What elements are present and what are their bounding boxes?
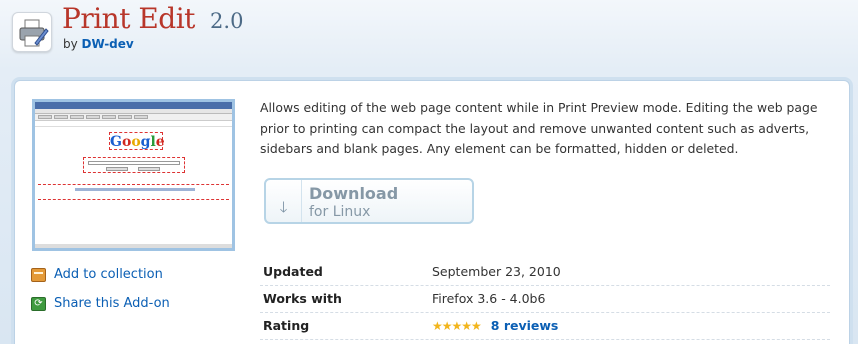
add-to-collection-link[interactable]: Add to collection bbox=[31, 267, 163, 282]
thumb-search-box bbox=[83, 157, 185, 173]
rating-value: ★★★★★ 8 reviews bbox=[432, 318, 558, 333]
share-addon-label: Share this Add-on bbox=[54, 296, 170, 311]
download-button[interactable]: 🡓 Download for Linux bbox=[264, 178, 474, 224]
thumb-statusbar bbox=[35, 244, 232, 248]
byline: by DW-dev bbox=[63, 37, 134, 51]
printer-icon bbox=[19, 19, 49, 47]
thumb-links bbox=[35, 121, 232, 127]
thumb-toolbar bbox=[35, 114, 232, 121]
byline-prefix: by bbox=[63, 37, 78, 51]
addon-version: 2.0 bbox=[210, 9, 244, 33]
detail-row-updated: Updated September 23, 2010 bbox=[260, 259, 830, 286]
share-addon-link[interactable]: ⟳ Share this Add-on bbox=[31, 296, 170, 311]
detail-row-rating: Rating ★★★★★ 8 reviews bbox=[260, 313, 830, 340]
thumb-google-logo: Google bbox=[109, 132, 165, 150]
download-platform: for Linux bbox=[309, 204, 371, 220]
works-with-label: Works with bbox=[263, 291, 342, 306]
screenshot-thumbnail[interactable]: Google bbox=[32, 99, 235, 251]
addon-title: Print Edit 2.0 bbox=[62, 2, 243, 35]
share-icon: ⟳ bbox=[31, 296, 46, 311]
updated-label: Updated bbox=[263, 264, 323, 279]
addon-name: Print Edit bbox=[62, 2, 195, 35]
works-with-value: Firefox 3.6 - 4.0b6 bbox=[432, 291, 546, 306]
collection-icon bbox=[31, 267, 46, 282]
thumb-footer bbox=[75, 188, 195, 191]
addon-panel: Google Add to collection ⟳ Share this Ad… bbox=[14, 80, 850, 344]
thumb-titlebar bbox=[35, 102, 232, 109]
download-label: Download bbox=[309, 184, 399, 203]
addon-description: Allows editing of the web page content w… bbox=[260, 100, 818, 156]
reviews-link[interactable]: 8 reviews bbox=[491, 318, 559, 333]
rating-label: Rating bbox=[263, 318, 310, 333]
detail-row-works-with: Works with Firefox 3.6 - 4.0b6 bbox=[260, 286, 830, 313]
addon-icon bbox=[12, 12, 52, 52]
thumb-divider bbox=[38, 184, 229, 185]
rating-stars-icon: ★★★★★ bbox=[432, 319, 482, 333]
author-link[interactable]: DW-dev bbox=[82, 37, 134, 51]
thumb-divider bbox=[38, 199, 229, 200]
down-arrow-icon: 🡓 bbox=[266, 180, 302, 222]
add-to-collection-label: Add to collection bbox=[54, 267, 163, 282]
updated-value: September 23, 2010 bbox=[432, 264, 561, 279]
